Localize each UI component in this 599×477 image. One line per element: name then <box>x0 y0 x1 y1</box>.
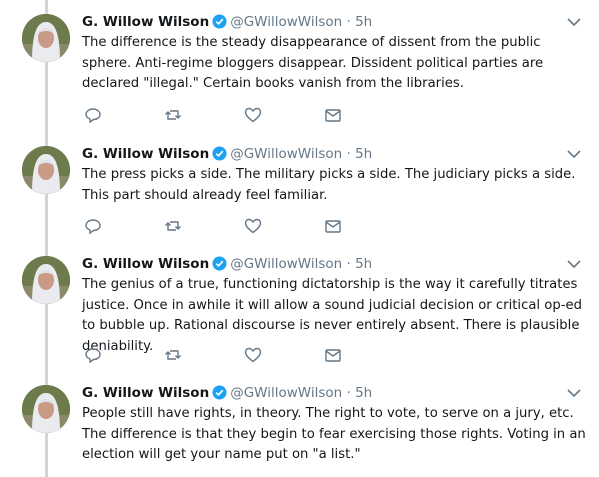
timestamp[interactable]: 5h <box>355 14 372 30</box>
tweet-header: G. Willow Wilson @GWillowWilson · 5h <box>82 144 372 164</box>
like-icon[interactable] <box>244 346 262 364</box>
verified-icon <box>212 146 227 161</box>
chevron-down-icon[interactable] <box>566 258 582 270</box>
tweet-text: The genius of a true, functioning dictat… <box>82 277 582 354</box>
avatar[interactable] <box>22 385 70 433</box>
retweet-icon[interactable] <box>164 217 182 235</box>
separator: · <box>346 385 351 401</box>
tweet-actions <box>82 217 382 237</box>
separator: · <box>346 256 351 272</box>
author-name[interactable]: G. Willow Wilson <box>82 14 209 30</box>
avatar[interactable] <box>22 256 70 304</box>
timestamp[interactable]: 5h <box>355 146 372 162</box>
author-handle[interactable]: @GWillowWilson <box>230 14 342 30</box>
tweet-header: G. Willow Wilson @GWillowWilson · 5h <box>82 383 372 403</box>
tweet-actions <box>82 346 382 366</box>
chevron-down-icon[interactable] <box>566 16 582 28</box>
author-name[interactable]: G. Willow Wilson <box>82 146 209 162</box>
avatar[interactable] <box>22 14 70 62</box>
retweet-icon[interactable] <box>164 346 182 364</box>
message-icon[interactable] <box>324 106 342 124</box>
author-handle[interactable]: @GWillowWilson <box>230 146 342 162</box>
reply-icon[interactable] <box>84 346 102 364</box>
chevron-down-icon[interactable] <box>566 387 582 399</box>
author-handle[interactable]: @GWillowWilson <box>230 256 342 272</box>
timestamp[interactable]: 5h <box>355 385 372 401</box>
separator: · <box>346 146 351 162</box>
tweet-header: G. Willow Wilson @GWillowWilson · 5h <box>82 12 372 32</box>
author-name[interactable]: G. Willow Wilson <box>82 385 209 401</box>
separator: · <box>346 14 351 30</box>
tweet-text: People still have rights, in theory. The… <box>82 406 586 462</box>
reply-icon[interactable] <box>84 106 102 124</box>
author-handle[interactable]: @GWillowWilson <box>230 385 342 401</box>
tweet-header: G. Willow Wilson @GWillowWilson · 5h <box>82 254 372 274</box>
timestamp[interactable]: 5h <box>355 256 372 272</box>
reply-icon[interactable] <box>84 217 102 235</box>
like-icon[interactable] <box>244 106 262 124</box>
verified-icon <box>212 14 227 29</box>
tweet-text: The press picks a side. The military pic… <box>82 167 576 203</box>
like-icon[interactable] <box>244 217 262 235</box>
author-name[interactable]: G. Willow Wilson <box>82 256 209 272</box>
verified-icon <box>212 385 227 400</box>
chevron-down-icon[interactable] <box>566 148 582 160</box>
tweet-text: The difference is the steady disappearan… <box>82 35 544 91</box>
tweet-actions <box>82 106 382 126</box>
verified-icon <box>212 256 227 271</box>
message-icon[interactable] <box>324 346 342 364</box>
message-icon[interactable] <box>324 217 342 235</box>
retweet-icon[interactable] <box>164 106 182 124</box>
avatar[interactable] <box>22 146 70 194</box>
